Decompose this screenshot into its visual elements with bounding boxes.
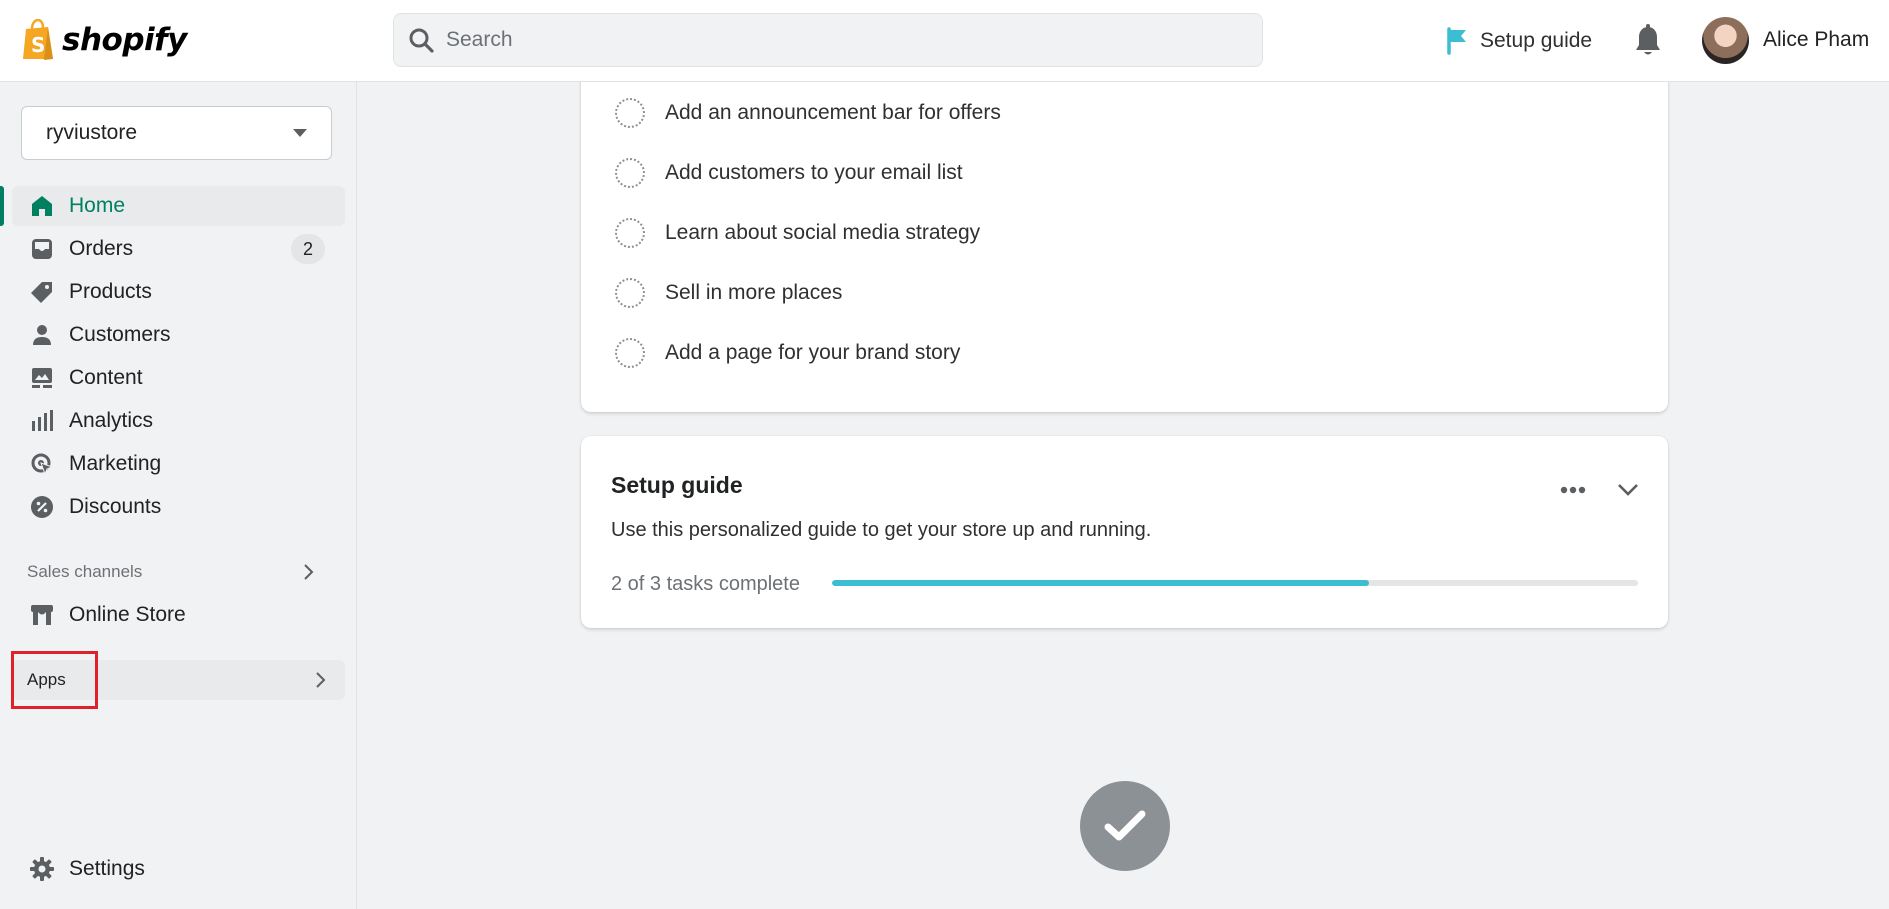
incomplete-task-icon[interactable] — [615, 338, 645, 368]
completed-check-icon — [1080, 781, 1170, 871]
sidebar-item-label: Analytics — [69, 409, 154, 432]
chevron-right-icon — [304, 564, 314, 580]
active-indicator — [0, 186, 4, 226]
store-icon — [29, 602, 55, 628]
caret-down-icon — [293, 129, 307, 137]
setup-guide-description: Use this personalized guide to get your … — [611, 519, 1152, 541]
sidebar-item-analytics[interactable]: Analytics — [0, 401, 345, 441]
setup-guide-label: Setup guide — [1480, 29, 1593, 52]
task-item[interactable]: Add an announcement bar for offers — [581, 93, 1481, 133]
bar-chart-icon — [29, 408, 55, 434]
sidebar-item-label: Products — [69, 280, 152, 303]
discount-icon — [29, 494, 55, 520]
progress-bar — [832, 580, 1638, 586]
search-icon — [409, 28, 434, 53]
user-menu[interactable]: Alice Pham — [1702, 15, 1869, 65]
search-bar[interactable] — [393, 13, 1263, 67]
sidebar-item-label: Customers — [69, 323, 171, 346]
progress-text: 2 of 3 tasks complete — [611, 573, 800, 595]
image-icon — [29, 365, 55, 391]
tag-icon — [29, 279, 55, 305]
sales-channels-label: Sales channels — [27, 562, 143, 581]
task-item[interactable]: Learn about social media strategy — [581, 213, 1481, 253]
sidebar-item-orders[interactable]: Orders 2 — [0, 229, 345, 269]
sidebar-item-label: Settings — [69, 857, 145, 880]
sidebar-item-label: Discounts — [69, 495, 162, 518]
sidebar-item-marketing[interactable]: Marketing — [0, 444, 345, 484]
incomplete-task-icon[interactable] — [615, 278, 645, 308]
ellipsis-icon — [1560, 486, 1586, 494]
gear-icon — [29, 856, 55, 882]
flag-icon — [1447, 27, 1466, 55]
bell-icon — [1636, 24, 1660, 55]
sidebar-item-discounts[interactable]: Discounts — [0, 487, 345, 527]
setup-guide-card: Setup guide Use this personalized guide … — [581, 436, 1668, 628]
task-label: Learn about social media strategy — [665, 221, 981, 244]
orders-count-badge: 2 — [291, 234, 325, 264]
setup-guide-title: Setup guide — [611, 472, 743, 498]
incomplete-task-icon[interactable] — [615, 98, 645, 128]
setup-guide-link[interactable]: Setup guide — [1446, 22, 1592, 60]
target-icon — [29, 451, 55, 477]
task-label: Add an announcement bar for offers — [665, 101, 1001, 124]
chevron-down-icon — [1618, 484, 1638, 496]
orders-icon — [29, 236, 55, 262]
notifications-button[interactable] — [1633, 24, 1663, 58]
incomplete-task-icon[interactable] — [615, 218, 645, 248]
store-selector[interactable]: ryviustore — [21, 106, 332, 160]
sidebar: ryviustore Home Orders 2 Products Custom… — [0, 82, 357, 909]
sidebar-item-label: Online Store — [69, 603, 186, 626]
shopify-bag-icon: S — [23, 19, 53, 60]
store-name: ryviustore — [46, 121, 138, 144]
home-icon — [29, 193, 55, 219]
task-label: Add a page for your brand story — [665, 341, 961, 364]
task-item[interactable]: Sell in more places — [581, 273, 1481, 313]
task-label: Add customers to your email list — [665, 161, 963, 184]
sidebar-item-apps[interactable]: Apps — [12, 660, 345, 700]
sidebar-item-content[interactable]: Content — [0, 358, 345, 398]
sidebar-item-home[interactable]: Home — [12, 186, 345, 226]
sidebar-item-label: Marketing — [69, 452, 162, 475]
apps-label: Apps — [27, 670, 66, 689]
tasks-card: Add an announcement bar for offers Add c… — [581, 40, 1668, 412]
progress-bar-fill — [832, 580, 1370, 586]
sidebar-item-products[interactable]: Products — [0, 272, 345, 312]
avatar — [1702, 16, 1749, 64]
incomplete-task-icon[interactable] — [615, 158, 645, 188]
sidebar-item-label: Content — [69, 366, 143, 389]
more-actions-button[interactable] — [1556, 476, 1590, 504]
sidebar-item-label: Home — [69, 194, 126, 217]
chevron-right-icon — [316, 672, 326, 688]
person-icon — [29, 322, 55, 348]
shopify-logo[interactable]: S shopify — [20, 17, 187, 63]
sidebar-item-customers[interactable]: Customers — [0, 315, 345, 355]
collapse-button[interactable] — [1611, 476, 1645, 504]
user-name: Alice Pham — [1763, 28, 1870, 51]
search-input[interactable] — [446, 28, 1226, 52]
task-label: Sell in more places — [665, 281, 843, 304]
sidebar-item-settings[interactable]: Settings — [0, 849, 345, 889]
sales-channels-header[interactable]: Sales channels — [0, 554, 345, 590]
task-item[interactable]: Add customers to your email list — [581, 153, 1481, 193]
brand-name: shopify — [62, 22, 187, 58]
sidebar-item-label: Orders — [69, 237, 134, 260]
top-bar: S shopify Setup guide Alice Pham — [0, 0, 1889, 82]
task-item[interactable]: Add a page for your brand story — [581, 333, 1481, 373]
sidebar-item-online-store[interactable]: Online Store — [0, 595, 345, 635]
svg-text:S: S — [31, 33, 45, 57]
